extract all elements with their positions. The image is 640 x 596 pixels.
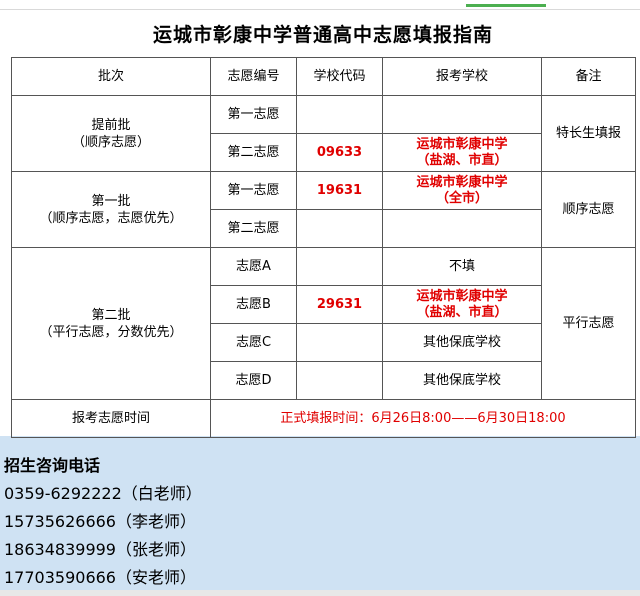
guide-table: 批次 志愿编号 学校代码 报考学校 备注 提前批 （顺序志愿） 第一志愿 特长生… — [11, 57, 636, 438]
time-row: 报考志愿时间 正式填报时间：6月26日8:00——6月30日18:00 — [11, 399, 636, 438]
choice-cell: 第二志愿 — [210, 209, 297, 248]
contact-phone: 17703590666（安老师） — [4, 568, 196, 587]
school-cell: 其他保底学校 — [382, 323, 542, 362]
choice-cell: 志愿D — [210, 361, 297, 400]
time-label: 报考志愿时间 — [11, 399, 211, 438]
header-school-code: 学校代码 — [296, 57, 383, 96]
school-cell: 运城市彰康中学 （盐湖、市直） — [382, 285, 542, 324]
contact-phone: 0359-6292222（白老师） — [4, 484, 202, 503]
contact-heading: 招生咨询电话 — [4, 456, 101, 475]
school-cell: 其他保底学校 — [382, 361, 542, 400]
choice-cell: 第二志愿 — [210, 133, 297, 172]
batch-first-note: （顺序志愿，志愿优先） — [39, 210, 183, 226]
batch-early-name: 提前批 — [91, 117, 131, 133]
school-cell — [382, 95, 542, 134]
header-choice-no: 志愿编号 — [210, 57, 297, 96]
batch-first-name: 第一批 — [91, 193, 131, 209]
choice-cell: 志愿A — [210, 247, 297, 286]
batch-second-note: （平行志愿，分数优先） — [39, 324, 183, 340]
code-cell — [296, 209, 383, 248]
choice-cell: 第一志愿 — [210, 95, 297, 134]
choice-cell: 第一志愿 — [210, 171, 297, 210]
contact-phone: 15735626666（李老师） — [4, 512, 196, 531]
header-row: 批次 志愿编号 学校代码 报考学校 备注 — [11, 57, 636, 96]
school-cell: 不填 — [382, 247, 542, 286]
school-scope: （盐湖、市直） — [416, 304, 508, 320]
time-value: 正式填报时间：6月26日8:00——6月30日18:00 — [280, 411, 566, 426]
header-school: 报考学校 — [382, 57, 542, 96]
remark-second: 平行志愿 — [541, 247, 636, 400]
school-name: 运城市彰康中学 — [416, 174, 508, 190]
contact-panel: 招生咨询电话 0359-6292222（白老师） 15735626666（李老师… — [4, 452, 634, 592]
selected-column-indicator — [466, 4, 546, 7]
bottom-strip — [0, 590, 640, 596]
code-cell — [296, 247, 383, 286]
batch-first: 第一批 （顺序志愿，志愿优先） — [11, 171, 211, 248]
code-cell: 29631 — [296, 285, 383, 324]
school-scope: （盐湖、市直） — [416, 152, 508, 168]
code-cell — [296, 95, 383, 134]
choice-cell: 志愿C — [210, 323, 297, 362]
code-cell: 09633 — [296, 133, 383, 172]
school-scope: （全市） — [435, 190, 488, 206]
batch-early-note: （顺序志愿） — [71, 134, 150, 150]
page-title: 运城市彰康中学普通高中志愿填报指南 — [152, 23, 493, 46]
batch-second: 第二批 （平行志愿，分数优先） — [11, 247, 211, 400]
remark-first: 顺序志愿 — [541, 171, 636, 248]
school-name: 运城市彰康中学 — [416, 288, 508, 304]
spreadsheet-area: 运城市彰康中学普通高中志愿填报指南 批次 志愿编号 学校代码 报考学校 备注 提… — [0, 0, 640, 438]
time-value-cell: 正式填报时间：6月26日8:00——6月30日18:00 — [210, 399, 636, 438]
table-row: 第一批 （顺序志愿，志愿优先） 第一志愿 19631 运城市彰康中学 （全市） … — [11, 171, 636, 248]
contact-phone: 18634839999（张老师） — [4, 540, 196, 559]
code-cell: 19631 — [296, 171, 383, 210]
column-strip — [0, 0, 640, 10]
table-row: 第二批 （平行志愿，分数优先） 志愿A 不填 平行志愿 — [11, 247, 636, 400]
header-remark: 备注 — [541, 57, 636, 96]
school-name: 运城市彰康中学 — [416, 136, 508, 152]
school-cell: 运城市彰康中学 （全市） — [382, 171, 542, 210]
remark-early: 特长生填报 — [541, 95, 636, 172]
code-cell — [296, 361, 383, 400]
batch-second-name: 第二批 — [91, 307, 131, 323]
table-row: 提前批 （顺序志愿） 第一志愿 特长生填报 — [11, 95, 636, 172]
choice-cell: 志愿B — [210, 285, 297, 324]
header-batch: 批次 — [11, 57, 211, 96]
batch-early: 提前批 （顺序志愿） — [11, 95, 211, 172]
code-cell — [296, 323, 383, 362]
school-cell — [382, 209, 542, 248]
school-cell: 运城市彰康中学 （盐湖、市直） — [382, 133, 542, 172]
